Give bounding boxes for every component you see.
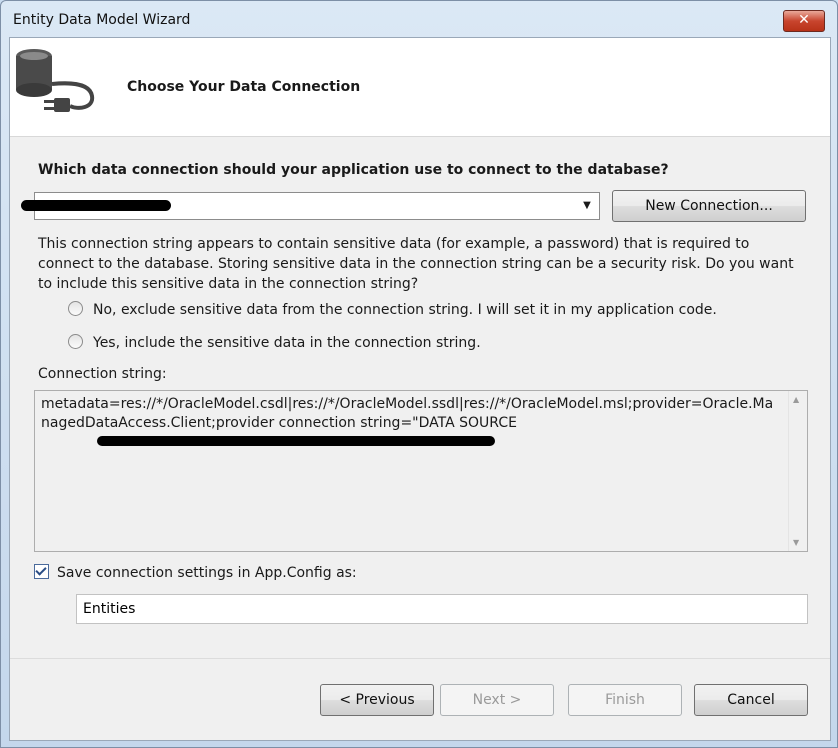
vertical-scrollbar[interactable]: ▲ ▼ xyxy=(788,391,807,551)
connection-question: Which data connection should your applic… xyxy=(38,162,669,178)
close-icon: ✕ xyxy=(798,12,810,28)
footer-divider xyxy=(10,658,830,659)
previous-button[interactable]: < Previous xyxy=(320,684,434,716)
scroll-up-icon[interactable]: ▲ xyxy=(793,395,799,404)
connection-select[interactable]: ▼ xyxy=(21,192,600,220)
finish-button[interactable]: Finish xyxy=(568,684,682,716)
radio-label: No, exclude sensitive data from the conn… xyxy=(93,302,717,318)
database-plug-icon xyxy=(16,49,95,112)
connection-string-value: metadata=res://*/OracleModel.csdl|res://… xyxy=(41,396,774,431)
next-button[interactable]: Next > xyxy=(440,684,554,716)
window-title: Entity Data Model Wizard xyxy=(13,12,191,28)
cancel-button[interactable]: Cancel xyxy=(694,684,808,716)
new-connection-button[interactable]: New Connection... xyxy=(612,190,806,222)
radio-exclude-sensitive[interactable]: No, exclude sensitive data from the conn… xyxy=(68,301,717,318)
connection-select-value-redacted xyxy=(21,200,171,211)
radio-include-sensitive[interactable]: Yes, include the sensitive data in the c… xyxy=(68,334,481,351)
chevron-down-icon[interactable]: ▼ xyxy=(579,194,595,218)
title-bar[interactable]: Entity Data Model Wizard ✕ xyxy=(1,1,837,37)
save-settings-checkbox-row[interactable]: Save connection settings in App.Config a… xyxy=(34,564,357,581)
app-config-name-input[interactable] xyxy=(76,594,808,624)
connection-string-textbox[interactable]: metadata=res://*/OracleModel.csdl|res://… xyxy=(34,390,808,552)
radio-button[interactable] xyxy=(68,301,83,316)
wizard-window: Entity Data Model Wizard ✕ Choose Your D… xyxy=(0,0,838,748)
radio-button[interactable] xyxy=(68,334,83,349)
scroll-down-icon[interactable]: ▼ xyxy=(793,538,799,547)
page-title: Choose Your Data Connection xyxy=(127,79,361,95)
wizard-header: Choose Your Data Connection xyxy=(10,38,830,137)
wizard-body: Choose Your Data Connection Which data c… xyxy=(9,37,831,741)
sensitive-data-warning: This connection string appears to contai… xyxy=(38,236,794,292)
redaction-mark xyxy=(97,436,495,446)
close-button[interactable]: ✕ xyxy=(783,10,825,32)
connection-string-label: Connection string: xyxy=(38,366,167,382)
radio-label: Yes, include the sensitive data in the c… xyxy=(93,335,481,351)
save-settings-checkbox[interactable] xyxy=(34,564,49,579)
save-settings-label: Save connection settings in App.Config a… xyxy=(57,565,357,581)
